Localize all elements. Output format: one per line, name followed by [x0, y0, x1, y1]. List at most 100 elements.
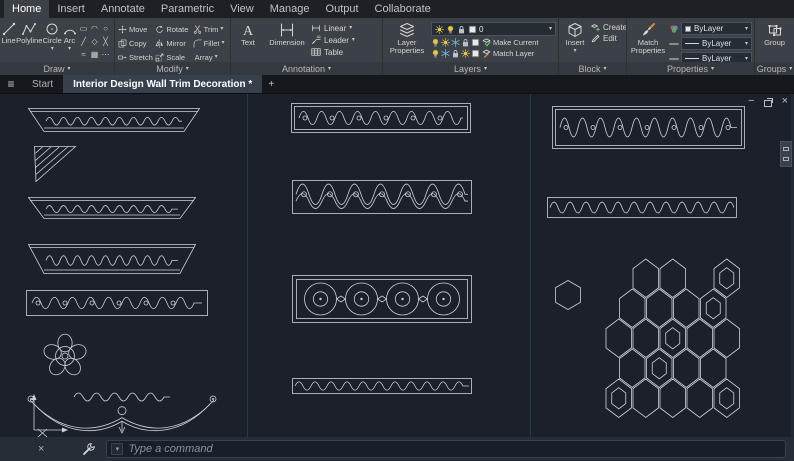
match-properties-button[interactable]: Match Properties [629, 20, 667, 62]
insert-block-icon [567, 22, 583, 38]
layer-swatch-icon[interactable] [471, 38, 480, 47]
fillet-icon [193, 39, 202, 48]
line-tool-icon[interactable]: ╱ [78, 35, 89, 48]
color-wheel-icon[interactable] [669, 24, 679, 34]
ornate-border-mid-top[interactable] [291, 103, 471, 133]
ribbon-tab-manage[interactable]: Manage [262, 0, 318, 18]
scale-button[interactable]: Scale [154, 50, 190, 62]
origin-cross[interactable] [37, 428, 48, 437]
drawing-canvas[interactable]: − × [0, 93, 794, 437]
properties-panel-footer[interactable]: Properties ▾ [627, 62, 754, 75]
group-button[interactable]: Group [757, 20, 792, 62]
draw-panel-footer[interactable]: Draw ▾ [0, 62, 114, 75]
crown-molding-left[interactable] [27, 244, 197, 274]
new-drawing-tab-button[interactable]: + [262, 75, 280, 93]
chevron-down-icon: ▾ [68, 46, 72, 53]
make-current-button[interactable]: Make Current [482, 38, 538, 47]
rosette[interactable] [42, 333, 88, 378]
circle-border-mid[interactable] [292, 275, 472, 323]
customize-commandline-icon[interactable] [82, 442, 96, 456]
minimize-drawing-button[interactable]: − [748, 96, 754, 107]
layers-panel-footer[interactable]: Layers ▾ [383, 62, 558, 75]
arc-button[interactable]: Arc ▾ [63, 20, 76, 62]
crown-molding-top-left[interactable] [27, 108, 201, 132]
start-tab[interactable]: Start [22, 75, 63, 93]
text-button[interactable]: A Text [233, 20, 263, 62]
point-tool-icon[interactable]: ⋯ [100, 48, 111, 61]
modify-panel-footer[interactable]: Modify ▾ [115, 62, 230, 75]
corner-ornament[interactable] [34, 146, 77, 183]
groups-panel-footer[interactable]: Groups ▾ [755, 62, 794, 75]
fillet-button[interactable]: Fillet ▾ [192, 36, 228, 50]
ornate-border-right[interactable] [552, 106, 745, 149]
copy-button[interactable]: Copy [117, 36, 153, 50]
hexagon-grid[interactable] [605, 258, 746, 425]
thin-border-right[interactable] [547, 197, 737, 218]
gradient-tool-icon[interactable]: ▦ [89, 48, 100, 61]
trim-button[interactable]: Trim ▾ [192, 22, 228, 36]
recent-commands-icon[interactable]: ▾ [111, 443, 124, 455]
spline-tool-icon[interactable]: ≈ [78, 48, 89, 61]
hatch-tool-icon[interactable]: ╳ [100, 35, 111, 48]
lineweight-dropdown[interactable]: ByLayer ▾ [681, 37, 752, 50]
mirror-button[interactable]: Mirror [154, 36, 190, 50]
file-tabs-menu-button[interactable]: ≡ [0, 75, 22, 93]
restore-drawing-button[interactable] [763, 97, 773, 107]
match-layer-button[interactable]: Match Layer [482, 49, 534, 58]
array-button[interactable]: Array ▾ [192, 50, 228, 62]
ribbon-tab-parametric[interactable]: Parametric [153, 0, 222, 18]
trim-strip-left[interactable] [27, 197, 197, 219]
layer-lock-icon[interactable] [461, 38, 470, 47]
layer-on-off-icon[interactable] [431, 49, 440, 58]
rectangle-tool-icon[interactable]: ▭ [78, 22, 89, 35]
line-button[interactable]: Line [1, 20, 16, 62]
lineweight-icon[interactable] [669, 39, 679, 49]
block-panel-footer[interactable]: Block ▾ [559, 62, 626, 75]
command-input[interactable] [128, 443, 781, 455]
circle-tool-icon[interactable]: ○ [100, 22, 111, 35]
ribbon-tab-output[interactable]: Output [318, 0, 367, 18]
linetype-dropdown[interactable]: ByLayer ▾ [681, 52, 752, 62]
layer-thaw-icon[interactable] [441, 49, 450, 58]
arc-tool-icon[interactable]: ◠ [89, 22, 100, 35]
close-drawing-button[interactable]: × [782, 96, 788, 107]
document-tab[interactable]: Interior Design Wall Trim Decoration * [63, 75, 263, 93]
layer-unlock-icon[interactable] [451, 49, 460, 58]
layer-state-icon[interactable] [471, 49, 480, 58]
polygon-tool-icon[interactable]: ◇ [89, 35, 100, 48]
layer-properties-button[interactable]: Layer Properties [385, 20, 429, 62]
ribbon-tab-insert[interactable]: Insert [49, 0, 93, 18]
close-commandline-icon[interactable]: × [38, 443, 44, 455]
linear-button[interactable]: Linear ▾ [311, 23, 355, 33]
arc-icon [63, 22, 77, 36]
edit-block-button[interactable]: Edit [591, 34, 626, 43]
layer-freeze-icon[interactable] [451, 38, 460, 47]
object-color-dropdown[interactable]: ByLayer ▾ [681, 22, 752, 35]
ribbon-tab-collaborate[interactable]: Collaborate [367, 0, 439, 18]
thin-border-mid[interactable] [292, 378, 472, 394]
layer-walk-icon[interactable] [461, 49, 470, 58]
ribbon-tab-annotate[interactable]: Annotate [93, 0, 153, 18]
linetype-icon[interactable] [669, 54, 679, 63]
create-block-button[interactable]: Create [591, 23, 626, 32]
move-button[interactable]: Move [117, 22, 153, 36]
scroll-border-mid[interactable] [292, 180, 472, 214]
polyline-button[interactable]: Polyline [16, 20, 42, 62]
annotation-panel-footer[interactable]: Annotation ▾ [231, 62, 382, 75]
navigation-bar[interactable] [780, 141, 792, 167]
layer-off-icon[interactable] [431, 38, 440, 47]
rotate-button[interactable]: Rotate [154, 22, 190, 36]
leader-button[interactable]: Leader ▾ [311, 35, 355, 45]
ornate-border-left[interactable] [26, 290, 208, 316]
circle-button[interactable]: Circle ▾ [43, 20, 62, 62]
hexagon-single[interactable] [555, 280, 581, 310]
layer-dropdown[interactable]: 0 ▾ [431, 22, 556, 36]
ribbon-tab-home[interactable]: Home [4, 0, 50, 18]
dimension-button[interactable]: Dimension [265, 20, 309, 62]
stretch-button[interactable]: Stretch [117, 50, 153, 62]
insert-button[interactable]: Insert ▾ [561, 20, 589, 62]
table-button[interactable]: Table [311, 47, 355, 57]
ribbon-tab-view[interactable]: View [222, 0, 262, 18]
chevron-down-icon: ▾ [744, 40, 748, 47]
layer-isolate-icon[interactable] [441, 38, 450, 47]
